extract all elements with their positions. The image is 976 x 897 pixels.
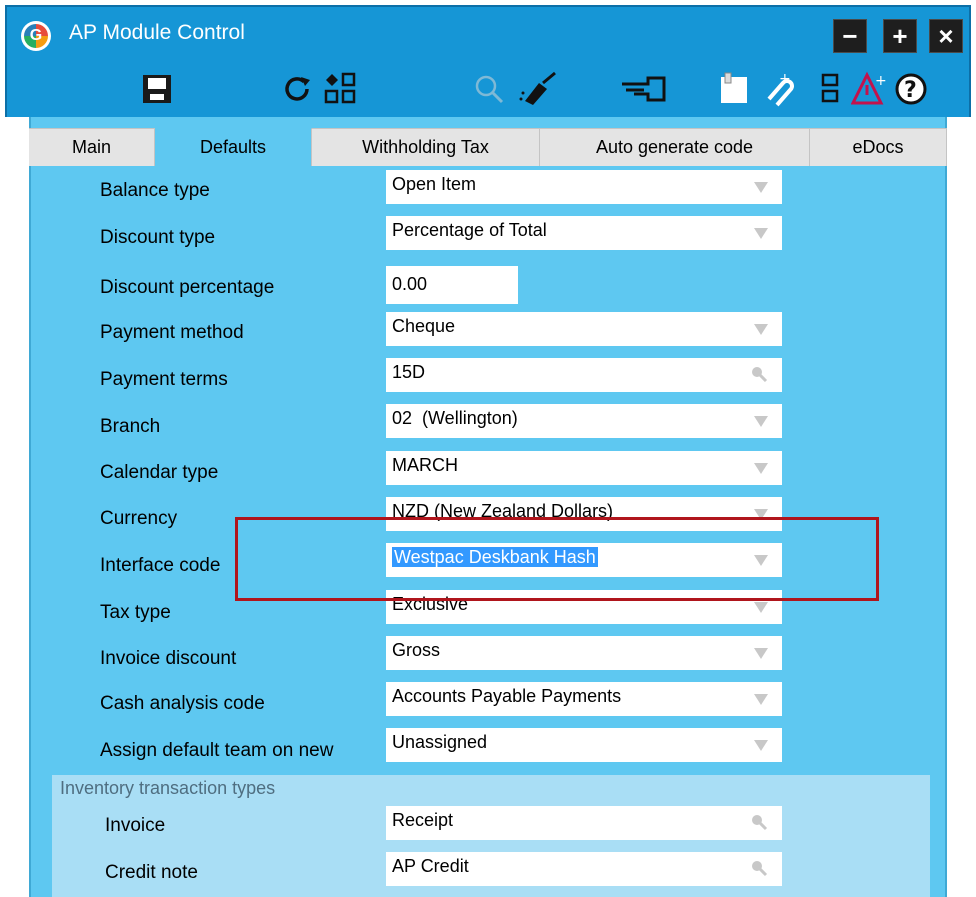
tab-main[interactable]: Main [29, 128, 155, 166]
tab-edocs[interactable]: eDocs [810, 128, 947, 166]
minimize-button[interactable]: − [833, 19, 867, 53]
tab-auto-generate-code[interactable]: Auto generate code [540, 128, 810, 166]
svg-text:+: + [779, 71, 791, 87]
invoice-discount-select[interactable]: Gross [386, 636, 782, 670]
currency-label: Currency [100, 508, 178, 529]
interface-code-label: Interface code [100, 555, 221, 576]
cash-analysis-code-value: Accounts Payable Payments [392, 686, 622, 706]
notes-icon[interactable] [715, 69, 755, 109]
app-logo-icon: G [21, 21, 51, 51]
assign-default-team-label: Assign default team on new [100, 740, 334, 761]
tab-withholding-tax[interactable]: Withholding Tax [312, 128, 540, 166]
title-bar: G AP Module Control − + × + + ? [5, 5, 971, 117]
clear-icon[interactable] [515, 69, 563, 109]
lookup-icon[interactable] [750, 365, 768, 383]
lookup-icon[interactable] [750, 859, 768, 877]
chevron-down-icon[interactable] [754, 228, 768, 239]
payment-method-value: Cheque [392, 316, 456, 336]
payment-method-select[interactable]: Cheque [386, 312, 782, 346]
payment-terms-value: 15D [392, 362, 426, 382]
branch-label: Branch [100, 416, 161, 437]
svg-text:?: ? [904, 78, 917, 103]
discount-percentage-label: Discount percentage [100, 277, 275, 298]
discount-type-select[interactable]: Percentage of Total [386, 216, 782, 250]
chevron-down-icon[interactable] [754, 463, 768, 474]
alert-icon[interactable]: + [849, 69, 889, 109]
branch-select[interactable]: 02 (Wellington) [386, 404, 782, 438]
balance-type-select[interactable]: Open Item [386, 170, 782, 204]
assign-default-team-value: Unassigned [392, 732, 488, 752]
chevron-down-icon[interactable] [754, 694, 768, 705]
branch-value: 02 (Wellington) [392, 408, 518, 428]
cash-analysis-code-label: Cash analysis code [100, 693, 265, 714]
credit-note-value: AP Credit [392, 856, 469, 876]
invoice-value: Receipt [392, 810, 454, 830]
cash-analysis-code-select[interactable]: Accounts Payable Payments [386, 682, 782, 716]
modules-icon[interactable] [321, 69, 361, 109]
discount-percentage-value: 0.00 [392, 274, 428, 294]
lookup-icon[interactable] [750, 813, 768, 831]
balance-type-label: Balance type [100, 180, 210, 201]
ap-module-control-window: G AP Module Control − + × + + ? Main Def… [0, 0, 976, 897]
calendar-type-select[interactable]: MARCH [386, 451, 782, 485]
payment-method-label: Payment method [100, 322, 244, 343]
tax-type-label: Tax type [100, 602, 171, 623]
chevron-down-icon[interactable] [754, 648, 768, 659]
interface-code-highlight [235, 517, 879, 601]
calendar-type-value: MARCH [392, 455, 458, 475]
close-button[interactable]: × [929, 19, 963, 53]
assign-default-team-select[interactable]: Unassigned [386, 728, 782, 762]
balance-type-value: Open Item [392, 174, 477, 194]
payment-terms-lookup[interactable]: 15D [386, 358, 782, 392]
svg-text:+: + [875, 73, 887, 89]
app-logo-letter: G [24, 24, 48, 48]
discount-type-label: Discount type [100, 227, 216, 248]
maximize-button[interactable]: + [883, 19, 917, 53]
attach-icon[interactable]: + [759, 69, 799, 109]
search-icon[interactable] [469, 69, 509, 109]
refresh-icon[interactable] [277, 69, 317, 109]
window-title: AP Module Control [69, 21, 245, 44]
invoice-discount-value: Gross [392, 640, 441, 660]
save-icon[interactable] [137, 69, 177, 109]
pointer-icon[interactable] [617, 69, 671, 109]
discount-type-value: Percentage of Total [392, 220, 547, 240]
tab-bar: Main Defaults Withholding Tax Auto gener… [29, 128, 947, 166]
layout-icon[interactable] [815, 69, 845, 109]
chevron-down-icon[interactable] [754, 324, 768, 335]
invoice-discount-label: Invoice discount [100, 648, 237, 669]
credit-note-label: Credit note [105, 862, 198, 883]
invoice-lookup[interactable]: Receipt [386, 806, 782, 840]
chevron-down-icon[interactable] [754, 602, 768, 613]
inventory-group-title: Inventory transaction types [60, 778, 276, 798]
credit-note-lookup[interactable]: AP Credit [386, 852, 782, 886]
discount-percentage-input[interactable]: 0.00 [386, 266, 518, 304]
tab-defaults[interactable]: Defaults [155, 128, 312, 166]
invoice-label: Invoice [105, 815, 166, 836]
chevron-down-icon[interactable] [754, 182, 768, 193]
help-icon[interactable]: ? [891, 69, 931, 109]
calendar-type-label: Calendar type [100, 462, 219, 483]
chevron-down-icon[interactable] [754, 416, 768, 427]
chevron-down-icon[interactable] [754, 740, 768, 751]
payment-terms-label: Payment terms [100, 369, 228, 390]
